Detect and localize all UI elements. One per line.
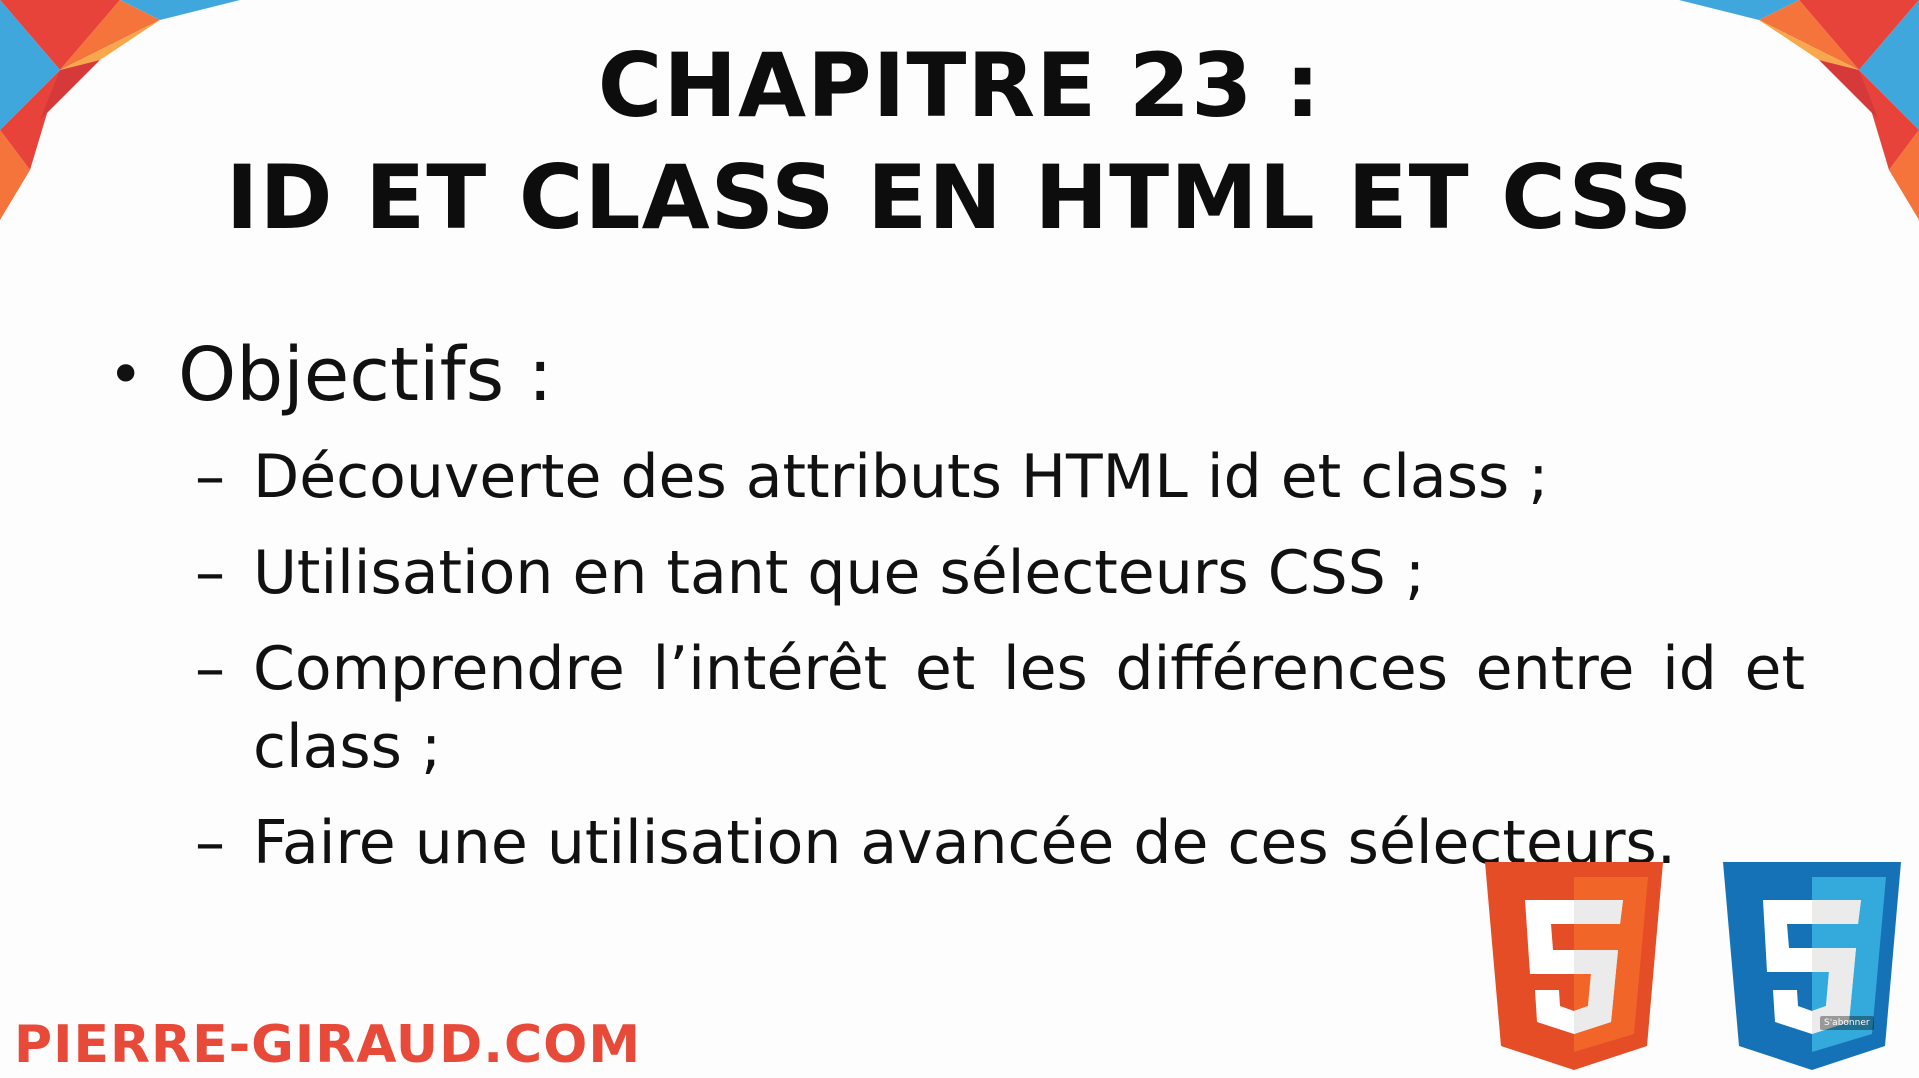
- css3-logo-icon: [1723, 862, 1901, 1070]
- bullet-objectives-label: Objectifs :: [178, 332, 553, 418]
- dash: –: [195, 538, 225, 608]
- list-item-text: Comprendre l’intérêt et les différences …: [253, 634, 1805, 782]
- objectives-list: – Découverte des attributs HTML id et cl…: [195, 438, 1805, 900]
- dash: –: [195, 442, 225, 512]
- dash: –: [195, 808, 225, 878]
- dash: –: [195, 634, 225, 704]
- list-item: – Utilisation en tant que sélecteurs CSS…: [195, 534, 1805, 612]
- slide: CHAPITRE 23 : ID ET CLASS EN HTML ET CSS…: [0, 0, 1919, 1078]
- list-item-text: Découverte des attributs HTML id et clas…: [253, 442, 1549, 512]
- website-url: PIERRE-GIRAUD.COM: [14, 1015, 642, 1075]
- bullet-dot: •: [108, 340, 144, 410]
- subscribe-button[interactable]: S'abonner: [1820, 1016, 1874, 1030]
- html5-logo-icon: [1485, 862, 1663, 1070]
- list-item: – Comprendre l’intérêt et les différence…: [195, 630, 1805, 786]
- title-line-1: CHAPITRE 23 :: [597, 34, 1322, 137]
- title-line-2: ID ET CLASS EN HTML ET CSS: [225, 146, 1694, 249]
- list-item-text: Faire une utilisation avancée de ces sél…: [253, 808, 1676, 878]
- list-item-text: Utilisation en tant que sélecteurs CSS ;: [253, 538, 1426, 608]
- list-item: – Découverte des attributs HTML id et cl…: [195, 438, 1805, 516]
- bullet-objectives: • Objectifs :: [108, 330, 553, 420]
- slide-title: CHAPITRE 23 : ID ET CLASS EN HTML ET CSS: [0, 30, 1919, 254]
